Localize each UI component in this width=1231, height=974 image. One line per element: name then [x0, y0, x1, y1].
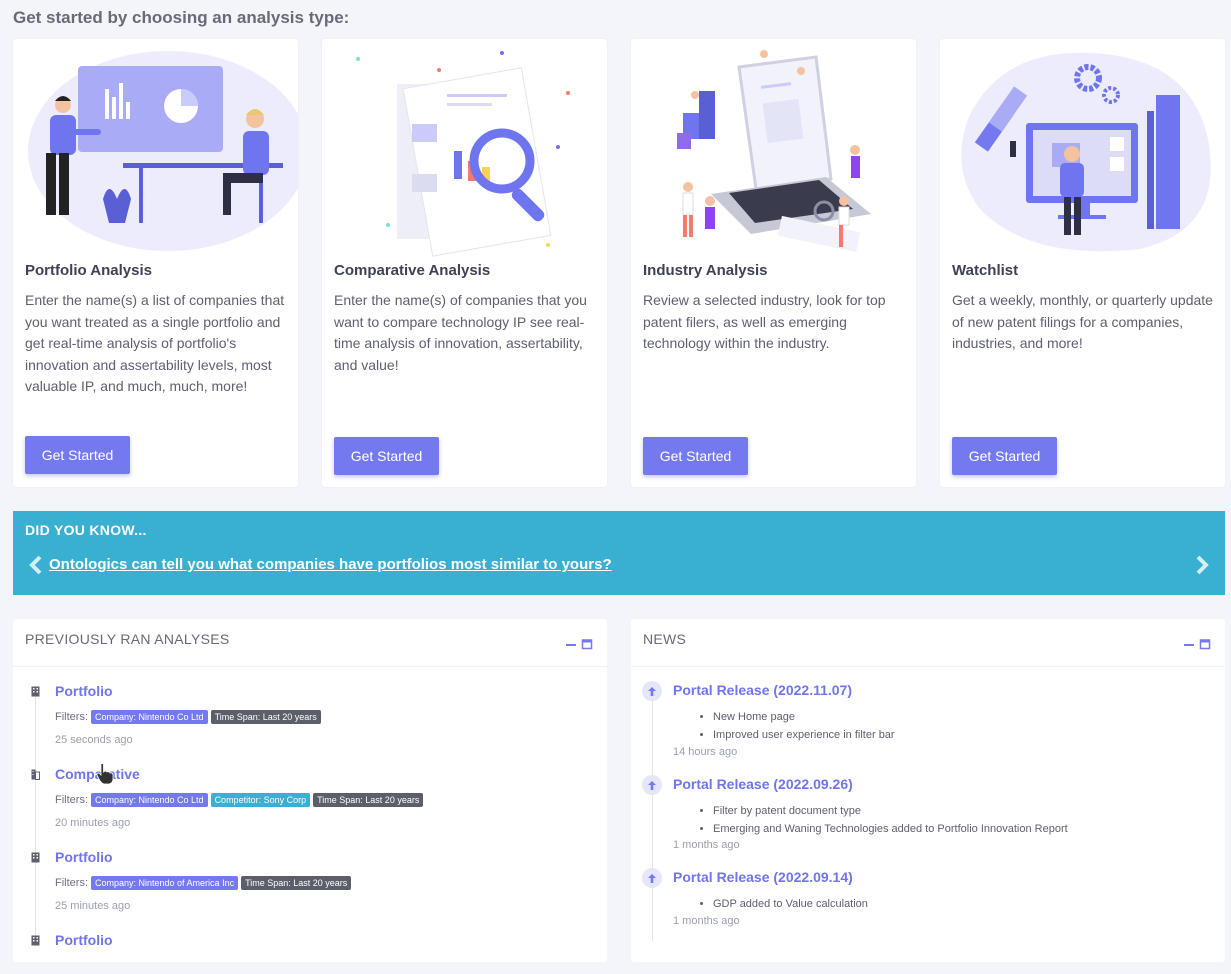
analysis-link[interactable]: Portfolio: [55, 932, 113, 948]
panel-divider: [631, 666, 1225, 667]
building-icon: [31, 935, 40, 946]
analysis-filters: Filters: Company: Nintendo Co Ltd Compet…: [55, 793, 424, 807]
comparative-illustration: [356, 51, 570, 257]
news-time: 1 months ago: [673, 915, 740, 927]
building-icon: [31, 852, 40, 863]
analysis-time: 25 minutes ago: [55, 900, 131, 912]
filters-label: Filters:: [55, 794, 88, 806]
card-title: Portfolio Analysis: [25, 262, 152, 279]
filters-label: Filters:: [55, 711, 88, 723]
card-title: Comparative Analysis: [334, 262, 491, 279]
filters-label: Filters:: [55, 877, 88, 889]
timeline-line: [652, 699, 653, 941]
industry-analysis-card: Industry Analysis Review a selected indu…: [631, 39, 916, 487]
timeline-line: [35, 695, 36, 945]
watchlist-illustration: [961, 52, 1211, 252]
news-bullets: Filter by patent document type Emerging …: [713, 802, 1068, 838]
panel-title: NEWS: [643, 631, 687, 647]
maximize-icon[interactable]: [581, 638, 593, 650]
industry-get-started-button[interactable]: Get Started: [643, 437, 748, 475]
watchlist-card: Watchlist Get a weekly, monthly, or quar…: [940, 39, 1225, 487]
portfolio-illustration: [28, 51, 298, 251]
competitor-badge: Competitor: Sony Corp: [210, 793, 311, 807]
news-bullets: New Home page Improved user experience i…: [713, 708, 895, 744]
building-icon: [31, 686, 40, 697]
analysis-time: 25 seconds ago: [55, 734, 133, 746]
news-bullet: New Home page: [713, 708, 895, 726]
news-bullet: GDP added to Value calculation: [713, 895, 868, 913]
company-badge: Company: Nintendo of America Inc: [91, 876, 239, 890]
comparative-analysis-card: Comparative Analysis Enter the name(s) o…: [322, 39, 607, 487]
arrow-up-icon: [642, 775, 662, 795]
analysis-filters: Filters: Company: Nintendo of America In…: [55, 876, 352, 890]
card-description: Review a selected industry, look for top…: [643, 292, 886, 352]
portfolio-get-started-button[interactable]: Get Started: [25, 436, 130, 474]
arrow-up-icon: [642, 868, 662, 888]
minimize-icon[interactable]: [565, 638, 577, 650]
card-description: Enter the name(s) of companies that you …: [334, 292, 587, 373]
analysis-filters: Filters: Company: Nintendo Co Ltd Time S…: [55, 710, 321, 724]
news-time: 1 months ago: [673, 839, 740, 851]
industry-illustration: [677, 50, 871, 253]
chevron-left-icon[interactable]: [27, 555, 45, 575]
watchlist-get-started-button[interactable]: Get Started: [952, 437, 1057, 475]
news-panel: NEWS Portal Release (2022.11.07) New Hom…: [631, 619, 1225, 962]
comparative-get-started-button[interactable]: Get Started: [334, 437, 439, 475]
news-time: 14 hours ago: [673, 746, 738, 758]
news-bullet: Improved user experience in filter bar: [713, 726, 895, 744]
timespan-badge: Time Span: Last 20 years: [241, 876, 352, 890]
timespan-badge: Time Span: Last 20 years: [210, 710, 321, 724]
card-description: Enter the name(s) a list of companies th…: [25, 292, 285, 395]
arrow-up-icon: [642, 681, 662, 701]
news-bullet: Emerging and Waning Technologies added t…: [713, 820, 1068, 838]
chevron-right-icon[interactable]: [1193, 555, 1211, 575]
banner-tip-link[interactable]: Ontologics can tell you what companies h…: [49, 556, 612, 573]
maximize-icon[interactable]: [1199, 638, 1211, 650]
panel-divider: [13, 666, 607, 667]
previously-ran-analyses-panel: PREVIOUSLY RAN ANALYSES Portfolio Filter…: [13, 619, 607, 962]
page-title: Get started by choosing an analysis type…: [13, 8, 350, 27]
news-bullets: GDP added to Value calculation: [713, 895, 868, 913]
portfolio-analysis-card: Portfolio Analysis Enter the name(s) a l…: [13, 39, 298, 487]
analysis-time: 20 minutes ago: [55, 817, 131, 829]
minimize-icon[interactable]: [1183, 638, 1195, 650]
card-title: Watchlist: [952, 262, 1019, 279]
card-title: Industry Analysis: [643, 262, 768, 279]
analysis-link[interactable]: Portfolio: [55, 683, 113, 699]
news-title-link[interactable]: Portal Release (2022.09.26): [673, 776, 853, 792]
buildings-icon: [31, 769, 40, 780]
hand-cursor-icon: [96, 763, 114, 785]
news-bullet: Filter by patent document type: [713, 802, 1068, 820]
company-badge: Company: Nintendo Co Ltd: [91, 793, 208, 807]
panel-title: PREVIOUSLY RAN ANALYSES: [25, 631, 230, 647]
banner-title: DID YOU KNOW...: [25, 522, 147, 538]
card-description: Get a weekly, monthly, or quarterly upda…: [952, 292, 1213, 352]
did-you-know-banner: DID YOU KNOW... Ontologics can tell you …: [13, 511, 1225, 595]
news-title-link[interactable]: Portal Release (2022.11.07): [673, 682, 852, 698]
news-title-link[interactable]: Portal Release (2022.09.14): [673, 869, 853, 885]
company-badge: Company: Nintendo Co Ltd: [91, 710, 208, 724]
analysis-link[interactable]: Portfolio: [55, 849, 113, 865]
timespan-badge: Time Span: Last 20 years: [313, 793, 424, 807]
